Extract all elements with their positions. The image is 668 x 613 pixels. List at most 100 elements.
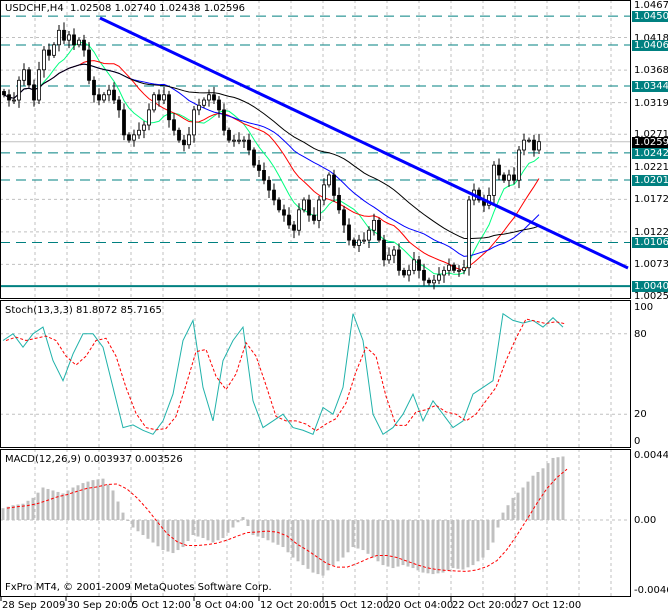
candle-body — [417, 259, 421, 271]
macd-bar — [486, 520, 490, 551]
macd-bar — [361, 520, 365, 551]
macd-bar — [446, 520, 450, 571]
price-tick: 1.01720 — [634, 194, 668, 206]
candle-body — [282, 209, 286, 216]
date-tick: 22 Oct 20:00 — [452, 600, 518, 611]
candle-body — [302, 199, 306, 211]
macd-bar — [81, 483, 85, 520]
macd-bar — [106, 484, 110, 520]
stoch-tick: 100 — [634, 302, 654, 313]
current-price-label: 1.02596 — [632, 136, 668, 148]
high: 1.02740 — [114, 3, 156, 14]
candle-body — [257, 164, 261, 171]
macd-bar — [131, 520, 135, 528]
date-tick: 28 Sep 2009 — [2, 600, 66, 611]
candle-body — [197, 104, 201, 111]
candle-body — [52, 44, 56, 56]
trendline — [99, 16, 629, 270]
candle-body — [357, 239, 361, 246]
macd-bar — [431, 520, 435, 575]
macd-bar — [521, 487, 525, 520]
macd-bar — [461, 520, 465, 570]
price-tick: 1.03190 — [634, 97, 668, 109]
candle-body — [272, 189, 276, 201]
macd-bar — [436, 520, 440, 574]
candle-body — [202, 99, 206, 106]
macd-bar — [556, 457, 560, 520]
candle-body — [387, 254, 391, 261]
copyright: FxPro MT4, © 2001-2009 MetaQuotes Softwa… — [5, 582, 272, 593]
candle-body — [22, 69, 26, 81]
candle-body — [42, 49, 46, 71]
macd-bar — [501, 512, 505, 520]
macd-bar — [56, 491, 60, 520]
macd-bar — [346, 520, 350, 553]
candle-body — [337, 194, 341, 211]
candle-body — [87, 49, 91, 81]
candle-body — [347, 224, 351, 241]
candle-body — [212, 94, 216, 101]
candle-body — [262, 169, 266, 181]
macd-bar — [71, 487, 75, 520]
macd-bar — [231, 520, 235, 528]
candle-body — [412, 259, 416, 271]
candle-body — [342, 209, 346, 226]
candle-body — [157, 94, 161, 101]
candle-body — [142, 124, 146, 131]
macd-bar — [176, 520, 180, 551]
level-label: 1.01064 — [632, 237, 668, 249]
candle-body — [162, 94, 166, 101]
candle-body — [452, 264, 456, 271]
stoch-main-line — [2, 312, 564, 436]
macd-bar — [201, 520, 205, 539]
macd-bar — [26, 500, 30, 520]
macd-bar — [96, 479, 100, 520]
candle-body — [502, 174, 506, 181]
candle-body — [222, 109, 226, 131]
low: 1.02438 — [159, 3, 201, 14]
macd-bar — [111, 490, 115, 520]
macd-bar — [411, 520, 415, 569]
macd-bar — [116, 501, 120, 520]
macd-bar — [226, 520, 230, 533]
macd-bar — [366, 520, 370, 554]
macd-bar — [316, 520, 320, 575]
macd-tick: 0.00440 — [634, 450, 668, 461]
price-tick: 1.00730 — [634, 259, 668, 271]
ma-mid-line — [3, 60, 540, 271]
candle-body — [447, 264, 451, 271]
macd-bar — [536, 471, 540, 520]
macd-bar — [546, 463, 550, 520]
macd-bar — [46, 488, 50, 520]
macd-bar — [351, 520, 355, 548]
candle-body — [407, 269, 411, 276]
candle-body — [287, 214, 291, 226]
candle-body — [397, 249, 401, 271]
candle-body — [192, 109, 196, 136]
candle-body — [72, 34, 76, 46]
macd-bar — [306, 520, 310, 569]
macd-bar — [331, 520, 335, 566]
candle-body — [12, 99, 16, 102]
macd-bar — [146, 520, 150, 539]
candle-body — [27, 69, 31, 86]
price-tick: 1.03685 — [634, 65, 668, 77]
candle-body — [77, 39, 81, 46]
macd-bar — [326, 520, 330, 571]
macd-bar — [516, 492, 520, 520]
macd-tick: 0.00 — [634, 515, 657, 526]
candle-body — [427, 279, 431, 284]
macd-bar — [151, 520, 155, 543]
macd-bar — [51, 490, 55, 520]
macd-bar — [6, 506, 10, 520]
candle-body — [467, 199, 471, 269]
panel-frame — [0, 449, 631, 597]
macd-bar — [531, 475, 535, 520]
price-tick: 1.00250 — [634, 291, 668, 302]
macd-bar — [321, 520, 325, 576]
macd-bar — [396, 520, 400, 567]
stoch-tick: 80 — [634, 328, 647, 340]
macd-bar — [121, 512, 125, 520]
macd-bar — [1, 508, 5, 520]
candle-body — [422, 269, 426, 281]
